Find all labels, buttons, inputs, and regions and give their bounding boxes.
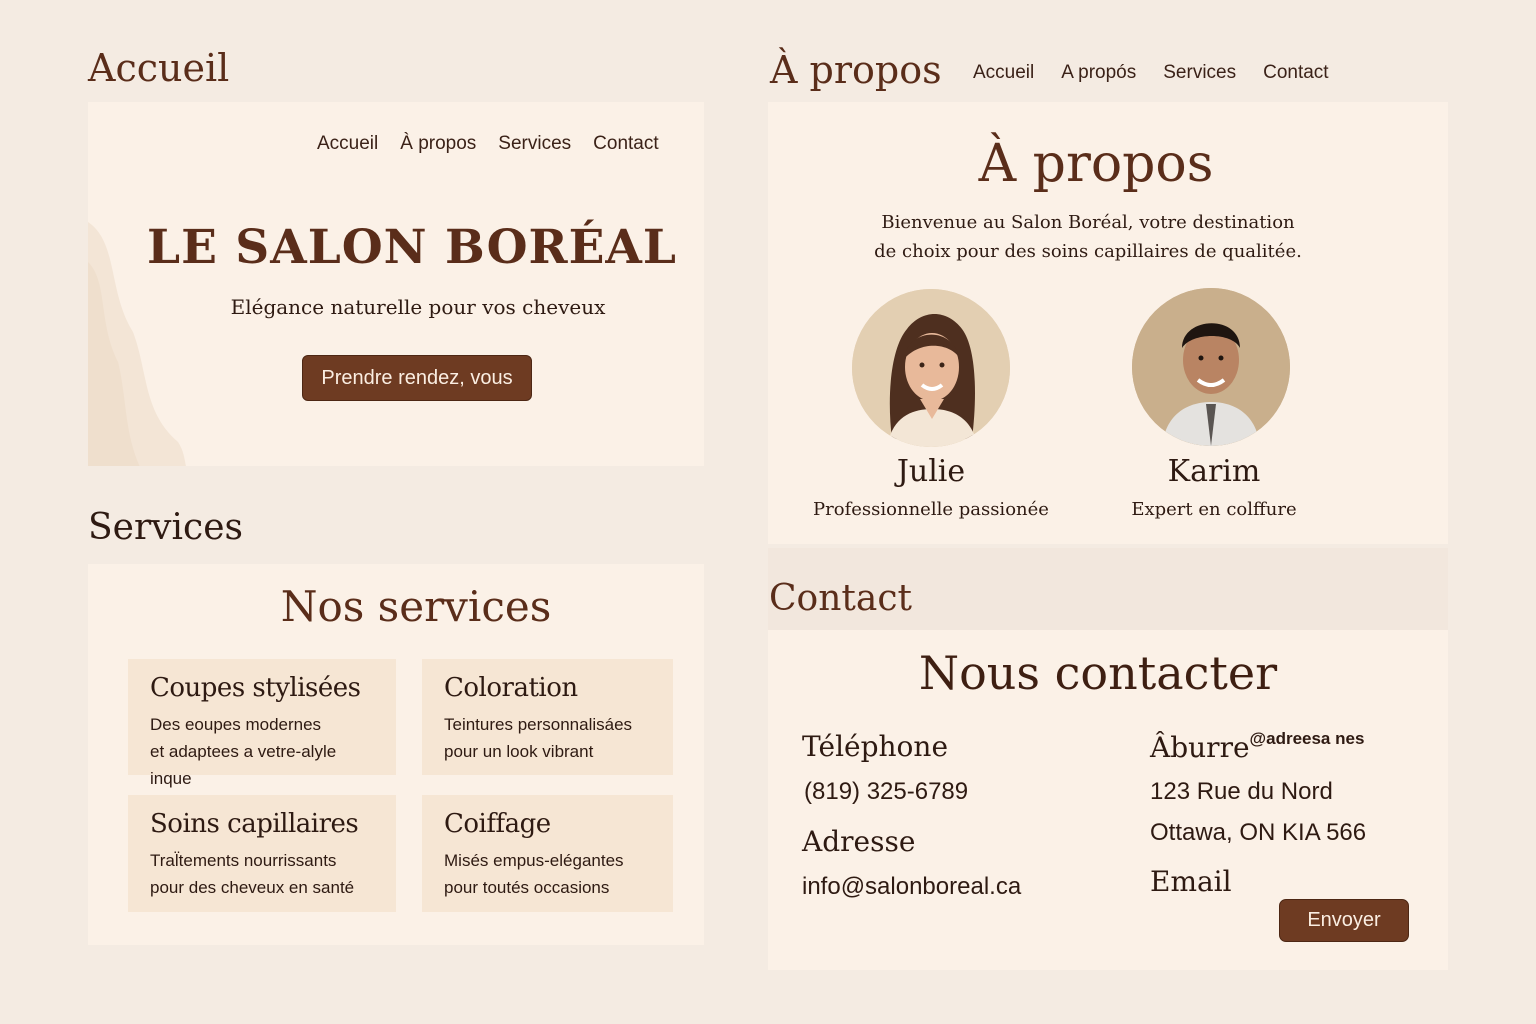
apropos-heading: À propos [978,134,1214,194]
karim-name: Karim [1167,454,1261,489]
service-title: Coloration [444,673,578,703]
accueil-section-label: Accueil [88,46,230,90]
service-card-coiffage[interactable]: Coiffage Misés empus-elégantes pour tout… [422,795,673,912]
service-title: Soins capillaires [150,809,359,839]
nav-services[interactable]: Services [498,133,571,155]
service-card-soins[interactable]: Soins capillaires Tral̈tements nourrissa… [128,795,396,912]
service-line1: Tral̈tements nourrissants [150,851,337,870]
service-line1: Teintures personnalisáes [444,715,633,734]
contact-heading: Nous contacter [918,646,1278,700]
julie-avatar [852,289,1010,447]
phone-value[interactable]: (819) 325-6789 [804,778,968,806]
service-line2: et adaptees a vetre-alyle inque [150,742,337,788]
contact-section-label: Contact [769,578,912,619]
extra-label: Âburre@adreesa nes [1150,729,1365,764]
service-line2: pour toutés occasions [444,878,610,897]
email-label: Email [1150,865,1232,898]
services-panel: Nos services Coupes stylisées Des eoupes… [88,564,704,945]
extra-label-sup: @adreesa nes [1249,729,1365,748]
apropos-panel: À propos Bienvenue au Salon Boréal, votr… [768,102,1448,544]
city-value: Ottawa, ON KIA 566 [1150,819,1367,846]
nav-services[interactable]: Services [1163,62,1236,84]
service-card-coloration[interactable]: Coloration Teintures personnalisáes pour… [422,659,673,775]
address-label: Adresse [802,825,916,858]
julie-name: Julie [896,454,966,489]
julie-role: Professionnelle passionée [813,499,1049,520]
service-line2: pour un look vibrant [444,742,594,761]
service-line1: Misés empus-elégantes [444,851,624,870]
email-value[interactable]: info@salonboreal.ca [802,873,1021,901]
nav-apropos[interactable]: À propos [400,133,476,155]
book-appointment-button[interactable]: Prendre rendez, vous [302,355,532,401]
apropos-intro-line1: Bienvenue au Salon Boréal, votre destina… [881,212,1295,233]
service-title: Coiffage [444,809,551,839]
apropos-section-label: À propos [770,48,942,92]
accueil-panel: Accueil À propos Services Contact LE SAL… [88,102,704,466]
karim-role: Expert en colffure [1131,499,1297,520]
service-line1: Des eoupes modernes [150,715,322,734]
karim-avatar [1132,288,1290,446]
service-title: Coupes stylisées [150,673,361,703]
salon-title: LE SALON BORÉAL [147,220,677,275]
apropos-intro-line2: de choix pour des soins capillaires de q… [874,241,1302,262]
nav-accueil[interactable]: Accueil [317,133,378,155]
accueil-nav: Accueil À propos Services Contact [317,133,659,155]
submit-button[interactable]: Envoyer [1279,899,1409,942]
nav-contact[interactable]: Contact [1263,62,1328,84]
contact-panel: Nous contacter Téléphone (819) 325-6789 … [768,630,1448,970]
nav-contact[interactable]: Contact [593,133,658,155]
street-value: 123 Rue du Nord [1150,778,1333,805]
nav-accueil[interactable]: Accueil [973,62,1034,84]
service-card-coupes[interactable]: Coupes stylisées Des eoupes modernes et … [128,659,396,788]
salon-tagline: Elégance naturelle pour vos cheveux [230,295,606,319]
services-section-label: Services [88,507,243,548]
phone-label: Téléphone [802,730,949,763]
extra-label-text: Âburre [1150,731,1250,764]
apropos-nav: Accueil A propós Services Contact [973,62,1329,84]
service-line2: pour des cheveux en santé [150,878,355,897]
nav-apropos[interactable]: A propós [1061,62,1136,84]
services-heading: Nos services [280,582,552,631]
